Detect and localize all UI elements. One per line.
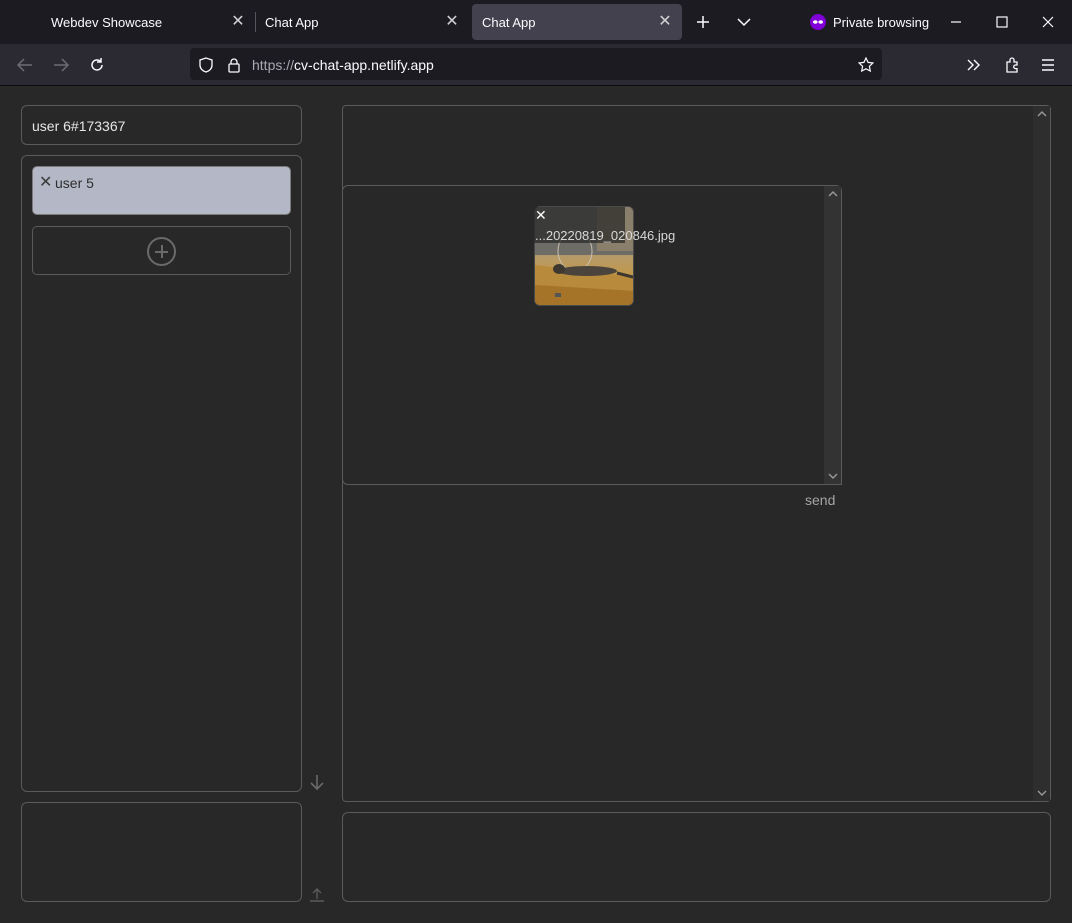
bottom-right-panel xyxy=(342,812,1051,902)
current-user-name: user 6#173367 xyxy=(32,118,126,134)
contact-name: user 5 xyxy=(55,175,94,191)
compose-scrollbar[interactable] xyxy=(824,186,841,484)
compose-scroll-up-icon[interactable] xyxy=(825,187,840,201)
lock-icon[interactable] xyxy=(224,55,244,75)
minimize-icon[interactable] xyxy=(946,12,966,32)
send-button[interactable]: send xyxy=(805,492,835,508)
reload-icon[interactable] xyxy=(86,54,108,76)
url-scheme: https:// xyxy=(252,57,295,73)
forward-icon[interactable] xyxy=(50,54,72,76)
app-menu-icon[interactable] xyxy=(1037,54,1059,76)
attachment-filename: ...20220819_020846.jpg xyxy=(535,209,675,245)
scroll-up-icon[interactable] xyxy=(1034,107,1049,121)
new-tab-icon[interactable] xyxy=(692,11,714,33)
tab-close-icon[interactable]: ✕ xyxy=(656,12,674,30)
upload-arrow-icon[interactable] xyxy=(308,885,326,903)
tab-chat-app-active[interactable]: Chat App ✕ xyxy=(472,4,682,40)
url-host: cv-chat-app.netlify.app xyxy=(294,57,434,73)
arrow-down-icon[interactable] xyxy=(308,773,326,791)
plus-circle-icon xyxy=(147,237,176,266)
attachment-filename-text: ...20220819_020846.jpg xyxy=(535,228,676,243)
tab-label: Webdev Showcase xyxy=(51,15,163,30)
tab-webdev-showcase[interactable]: Webdev Showcase ✕ xyxy=(41,4,255,40)
contact-card-user-5[interactable]: ✕ user 5 xyxy=(32,166,291,215)
private-browsing-label: Private browsing xyxy=(833,14,930,30)
tracking-protection-shield-icon[interactable] xyxy=(196,55,216,75)
remove-contact-close-icon[interactable]: ✕ xyxy=(39,172,52,192)
bookmark-star-icon[interactable] xyxy=(856,55,876,75)
tab-chat-app[interactable]: Chat App ✕ xyxy=(255,4,469,40)
maximize-icon[interactable] xyxy=(992,12,1012,32)
window-close-icon[interactable] xyxy=(1038,12,1058,32)
current-user-field[interactable]: user 6#173367 xyxy=(21,105,302,145)
tab-close-icon[interactable]: ✕ xyxy=(229,12,247,30)
back-icon[interactable] xyxy=(14,54,36,76)
more-tools-chevron-icon[interactable] xyxy=(963,54,985,76)
private-browsing-indicator: Private browsing xyxy=(810,12,929,32)
chat-scrollbar[interactable] xyxy=(1033,106,1050,801)
list-all-tabs-icon[interactable] xyxy=(733,11,755,33)
compose-scroll-down-icon[interactable] xyxy=(825,469,840,483)
private-mask-icon xyxy=(810,14,826,30)
tab-label: Chat App xyxy=(265,15,319,30)
add-contact-button[interactable] xyxy=(32,226,291,275)
tab-close-icon[interactable]: ✕ xyxy=(443,12,461,30)
extensions-icon[interactable] xyxy=(1001,54,1023,76)
scroll-down-icon[interactable] xyxy=(1034,786,1049,800)
tab-label: Chat App xyxy=(482,15,536,30)
bottom-left-panel xyxy=(21,802,302,902)
url-text[interactable]: https://cv-chat-app.netlify.app xyxy=(252,57,434,73)
